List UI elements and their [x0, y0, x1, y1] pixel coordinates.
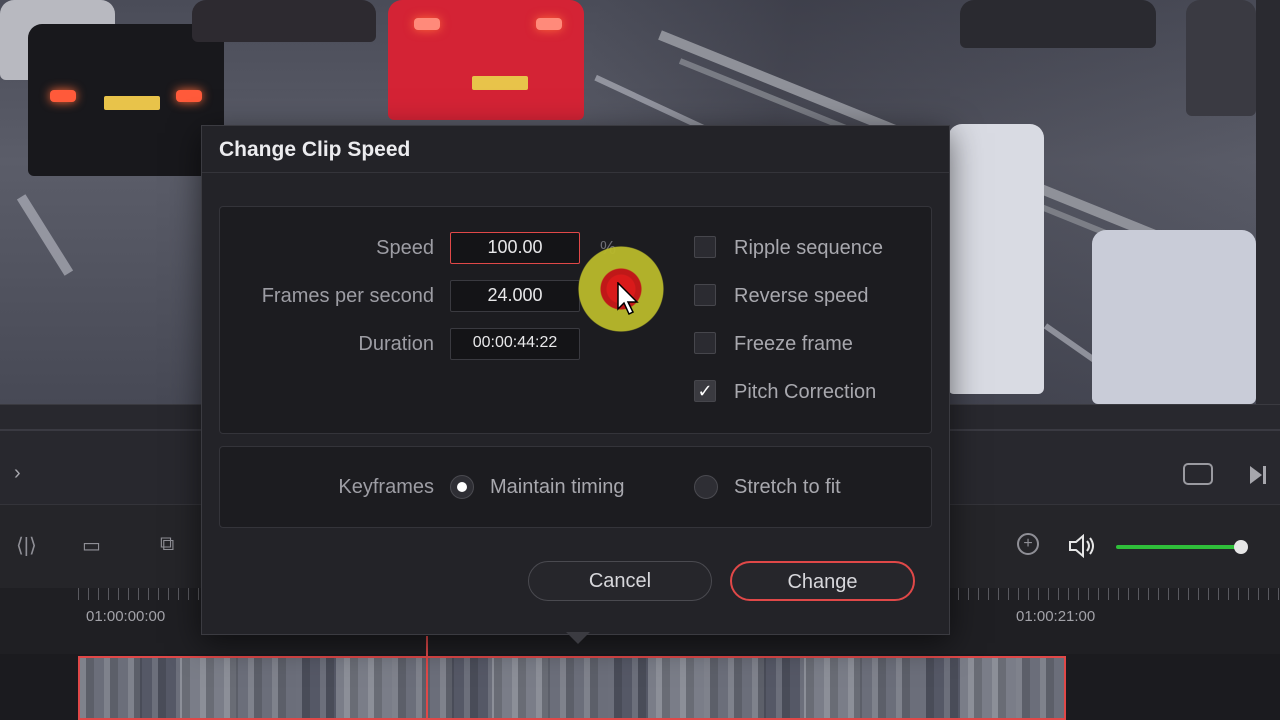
car-dark [192, 0, 376, 42]
insert-icon[interactable]: ⧉ [160, 533, 174, 556]
van-white [948, 124, 1044, 394]
license-plate [104, 96, 160, 110]
change-button[interactable]: Change [730, 561, 915, 601]
freeze-frame-label: Freeze frame [734, 333, 853, 355]
ripple-sequence-label: Ripple sequence [734, 237, 883, 259]
video-clip[interactable] [78, 656, 1066, 720]
speed-input[interactable]: 100.00 [450, 232, 580, 264]
dialog-pointer-notch [566, 632, 590, 644]
maintain-timing-radio[interactable] [450, 475, 474, 499]
maintain-timing-label: Maintain timing [490, 476, 625, 498]
tail-light [414, 18, 440, 30]
pitch-correction-label: Pitch Correction [734, 381, 877, 403]
reverse-speed-checkbox[interactable] [694, 284, 716, 306]
checkmark-icon: ✓ [697, 381, 713, 401]
car-far-right [1186, 0, 1256, 116]
timecode-start: 01:00:00:00 [86, 608, 166, 625]
fps-label: Frames per second [261, 285, 434, 307]
stretch-to-fit-label: Stretch to fit [734, 476, 841, 498]
dialog-title: Change Clip Speed [219, 138, 411, 161]
car-red [388, 0, 584, 120]
car-right-dark [960, 0, 1156, 48]
keyframes-label: Keyframes [338, 476, 434, 498]
tail-light [176, 90, 202, 102]
speaker-icon[interactable] [1068, 534, 1098, 558]
trim-icon[interactable]: ⟨|⟩ [16, 533, 37, 558]
duration-label: Duration [358, 333, 434, 355]
zoom-in-icon[interactable]: + [1017, 533, 1039, 555]
clip-thumbnails [80, 658, 1064, 718]
change-clip-speed-dialog: Change Clip Speed Speed 100.00 % Frames … [201, 125, 950, 635]
speed-label: Speed [376, 237, 434, 259]
volume-knob[interactable] [1234, 540, 1248, 554]
license-plate [472, 76, 528, 90]
dialog-separator [202, 172, 949, 173]
reverse-speed-label: Reverse speed [734, 285, 869, 307]
skip-to-end-icon[interactable] [1248, 464, 1268, 486]
chevron-right-icon[interactable]: › [14, 462, 21, 485]
duration-input[interactable]: 00:00:44:22 [450, 328, 580, 360]
viewer-edge [1256, 0, 1280, 404]
cancel-button[interactable]: Cancel [528, 561, 712, 601]
mouse-cursor-icon [617, 282, 639, 316]
pitch-correction-checkbox[interactable]: ✓ [694, 380, 716, 402]
timecode-mid: 01:00:21:00 [1016, 608, 1096, 625]
freeze-frame-checkbox[interactable] [694, 332, 716, 354]
volume-slider[interactable] [1116, 545, 1240, 549]
tail-light [536, 18, 562, 30]
blade-icon[interactable]: ▭ [82, 533, 101, 558]
loop-icon[interactable] [1183, 463, 1213, 485]
van-white-2 [1092, 230, 1256, 404]
tail-light [50, 90, 76, 102]
stretch-to-fit-radio[interactable] [694, 475, 718, 499]
ripple-sequence-checkbox[interactable] [694, 236, 716, 258]
car-black [28, 24, 224, 176]
playhead[interactable] [426, 636, 428, 720]
fps-input[interactable]: 24.000 [450, 280, 580, 312]
